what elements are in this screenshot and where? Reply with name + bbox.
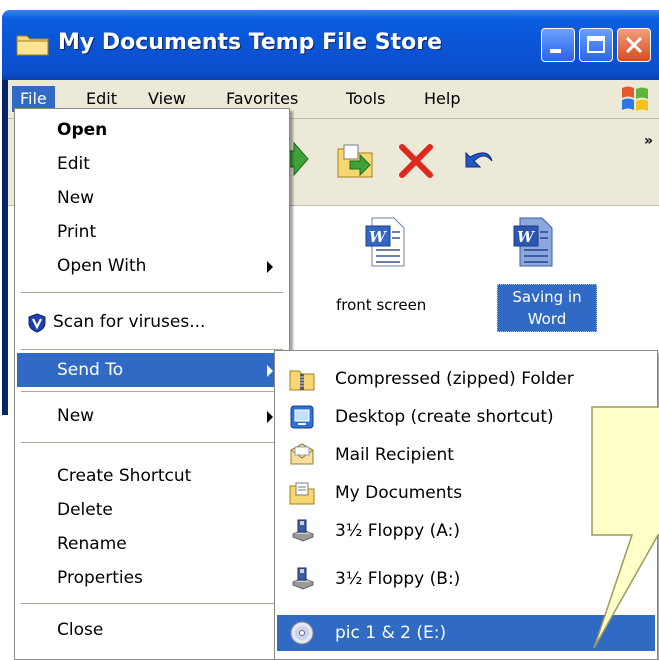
menu-item-create-shortcut[interactable]: Create Shortcut	[17, 459, 287, 493]
screenshot-stage: My Documents Temp File Store File Edit V…	[0, 0, 659, 660]
close-icon	[625, 36, 643, 54]
callout-tooltip	[591, 406, 659, 649]
menu-tools[interactable]: Tools	[338, 86, 393, 112]
menu-help[interactable]: Help	[416, 86, 468, 112]
menu-separator	[21, 391, 283, 392]
menu-separator	[21, 603, 283, 604]
menu-item-new[interactable]: New	[17, 181, 287, 215]
menu-separator	[21, 442, 283, 443]
desktop-shortcut-icon	[290, 405, 314, 429]
submenu-arrow-icon	[267, 261, 273, 273]
minimize-button[interactable]	[541, 28, 575, 62]
zipped-folder-icon	[289, 370, 315, 391]
menu-item-edit[interactable]: Edit	[17, 147, 287, 181]
menu-item-scan-for-viruses[interactable]: Scan for viruses...	[17, 305, 287, 339]
menu-separator	[21, 349, 283, 350]
menu-item-print[interactable]: Print	[17, 215, 287, 249]
menu-item-close[interactable]: Close	[17, 613, 287, 647]
copy-to-icon[interactable]	[334, 141, 376, 181]
file-menu-dropdown: Open Edit New Print Open With Scan for v…	[14, 108, 290, 660]
undo-icon[interactable]	[458, 141, 500, 181]
menu-item-open-with[interactable]: Open With	[17, 249, 287, 283]
submenu-arrow-icon	[267, 411, 273, 423]
my-documents-folder-icon	[289, 482, 315, 505]
svg-text:W: W	[517, 228, 536, 246]
floppy-drive-icon	[291, 567, 315, 590]
toolbar-overflow-chevron[interactable]: »	[644, 133, 653, 149]
window-title: My Documents Temp File Store	[58, 30, 443, 55]
menu-item-send-to[interactable]: Send To	[17, 353, 287, 387]
minimize-icon	[550, 49, 561, 53]
antivirus-shield-icon	[28, 313, 46, 333]
windows-logo-icon	[622, 86, 648, 111]
menu-item-new-submenu[interactable]: New	[17, 399, 287, 433]
menu-item-properties[interactable]: Properties	[17, 561, 287, 595]
title-bar[interactable]: My Documents Temp File Store	[2, 10, 659, 80]
send-to-compressed-folder[interactable]: Compressed (zipped) Folder	[277, 361, 655, 397]
close-window-button[interactable]	[617, 28, 651, 62]
file-label: front screen	[336, 296, 427, 314]
submenu-arrow-icon	[267, 365, 273, 377]
menu-item-delete[interactable]: Delete	[17, 493, 287, 527]
menu-item-open[interactable]: Open	[17, 113, 287, 147]
mail-envelope-icon	[290, 443, 314, 465]
word-document-icon: W	[365, 217, 405, 267]
floppy-drive-icon	[291, 519, 315, 542]
folder-icon	[16, 35, 49, 56]
svg-text:W: W	[369, 228, 388, 246]
file-label-selected: Saving in Word	[497, 284, 597, 332]
cd-drive-icon	[290, 621, 314, 645]
menu-item-rename[interactable]: Rename	[17, 527, 287, 561]
maximize-icon	[587, 36, 605, 53]
maximize-button[interactable]	[579, 28, 613, 62]
menu-separator	[21, 292, 283, 293]
word-document-icon: W	[513, 217, 553, 267]
delete-icon[interactable]	[396, 141, 436, 181]
